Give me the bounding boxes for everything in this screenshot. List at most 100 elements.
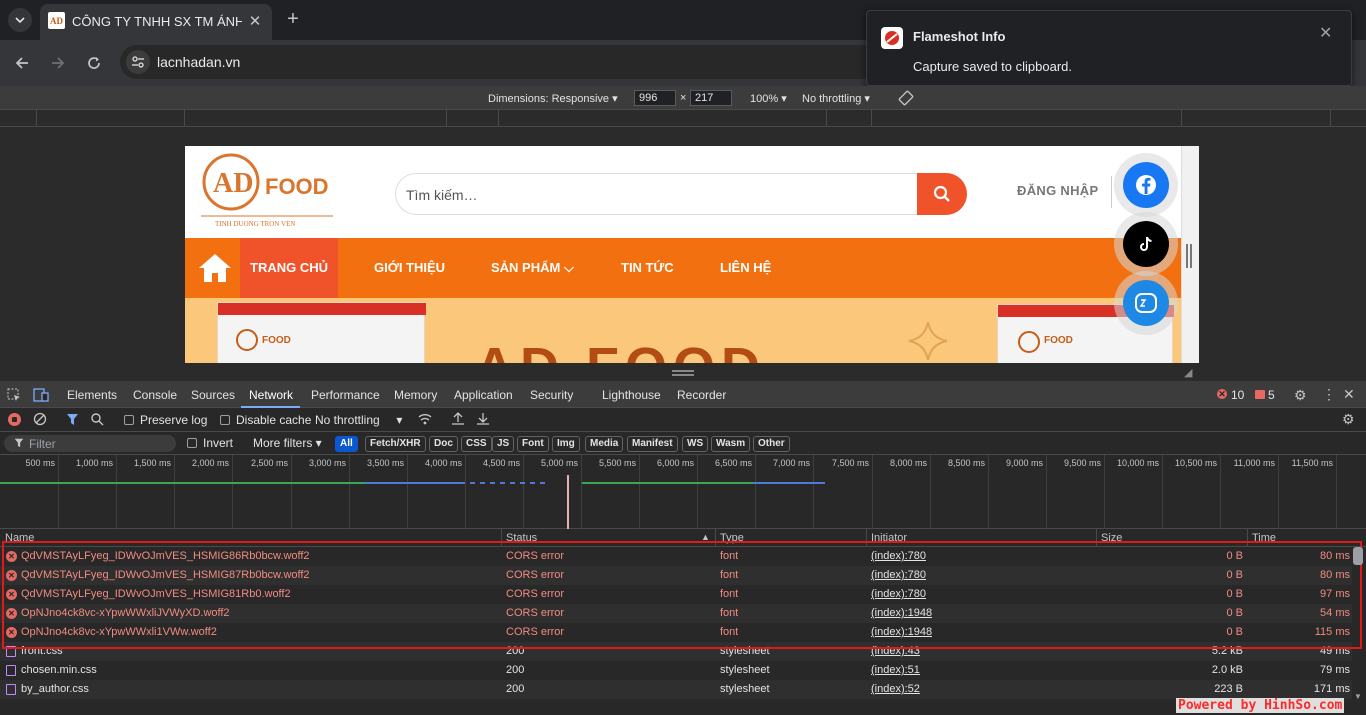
clear-icon[interactable] — [33, 412, 47, 426]
record-icon[interactable] — [8, 413, 21, 426]
forward-icon[interactable] — [45, 50, 71, 76]
filter-input[interactable]: Filter — [4, 435, 176, 452]
tab-application[interactable]: Application — [454, 388, 513, 402]
tab-network[interactable]: Network — [249, 388, 293, 402]
error-count[interactable]: 10 — [1231, 388, 1244, 402]
invert-checkbox[interactable] — [187, 438, 197, 448]
timeline-label: 10,000 ms — [1116, 458, 1159, 468]
close-devtools-icon[interactable]: ✕ — [1343, 386, 1355, 403]
tab-search-button[interactable] — [8, 8, 32, 32]
more-filters-dropdown[interactable]: More filters ▾ — [253, 436, 322, 450]
address-bar[interactable]: lacnhadan.vn — [120, 45, 880, 79]
network-conditions-icon[interactable] — [417, 412, 433, 426]
nav-item-home[interactable]: TRANG CHỦ — [250, 260, 328, 275]
table-scrollbar-thumb[interactable] — [1353, 547, 1363, 565]
filter-chip-wasm[interactable]: Wasm — [711, 436, 751, 452]
preserve-log-checkbox[interactable] — [124, 415, 134, 425]
nav-item-products[interactable]: SẢN PHẨM ⌵ — [491, 260, 574, 276]
tab-lighthouse[interactable]: Lighthouse — [602, 388, 661, 402]
search-button[interactable] — [917, 173, 967, 215]
reload-icon[interactable] — [81, 50, 107, 76]
search-icon — [933, 185, 950, 202]
site-info-icon[interactable] — [126, 50, 150, 74]
throttling-select[interactable]: No throttling ▾ — [802, 92, 870, 105]
more-filters-label: More filters — [253, 436, 313, 450]
back-icon[interactable] — [9, 50, 35, 76]
resize-handle-bottom[interactable] — [672, 370, 694, 376]
request-status: 200 — [506, 683, 525, 695]
zoom-select[interactable]: 100% ▾ — [750, 92, 787, 105]
resize-corner-icon[interactable]: ◢ — [1184, 366, 1192, 379]
resize-handle-right[interactable] — [1186, 244, 1192, 268]
network-overview-timeline: 500 ms 1,000 ms 1,500 ms 2,000 ms 2,500 ms 3,… — [0, 455, 1366, 529]
network-settings-icon[interactable]: ⚙ — [1342, 411, 1355, 428]
timeline-bar — [0, 482, 370, 484]
invert-label: Invert — [203, 436, 234, 450]
request-initiator-link[interactable]: (index):51 — [871, 664, 920, 676]
close-icon[interactable]: ✕ — [1319, 23, 1332, 43]
settings-gear-icon[interactable]: ⚙ — [1294, 387, 1307, 404]
request-initiator-link[interactable]: (index):52 — [871, 683, 920, 695]
facebook-button[interactable] — [1114, 153, 1178, 217]
width-input[interactable]: 996 — [634, 90, 676, 106]
tab-elements[interactable]: Elements — [67, 388, 117, 402]
close-tab-icon[interactable]: ✕ — [246, 12, 264, 30]
height-input[interactable]: 217 — [690, 90, 732, 106]
site-search-input[interactable]: Tìm kiếm… — [395, 173, 919, 215]
tab-security[interactable]: Security — [530, 388, 573, 402]
tab-recorder[interactable]: Recorder — [677, 388, 726, 402]
product-brand: FOOD — [262, 335, 291, 346]
filter-icon[interactable] — [66, 413, 79, 426]
filter-chip-media[interactable]: Media — [585, 436, 624, 452]
tab-performance[interactable]: Performance — [311, 388, 380, 402]
header-divider — [1111, 176, 1112, 208]
network-throttling-value: No throttling — [315, 413, 380, 427]
home-icon[interactable] — [195, 252, 235, 284]
filter-chip-doc[interactable]: Doc — [429, 436, 458, 452]
filter-chip-css[interactable]: CSS — [461, 436, 492, 452]
export-har-icon[interactable] — [476, 411, 490, 426]
filter-chip-all[interactable]: All — [335, 436, 358, 452]
filter-chip-img[interactable]: Img — [552, 436, 580, 452]
nav-item-about[interactable]: GIỚI THIỆU — [374, 260, 445, 275]
product-brand: FOOD — [1044, 335, 1073, 346]
table-row[interactable]: by_author.css 200 stylesheet (index):52 223 … — [0, 680, 1352, 699]
nav-item-contact[interactable]: LIÊN HỆ — [720, 260, 771, 275]
timeline-label: 500 ms — [25, 458, 55, 468]
device-toolbar-icon[interactable] — [33, 388, 49, 402]
timeline-label: 9,500 ms — [1063, 458, 1101, 468]
timeline-label: 8,500 ms — [947, 458, 985, 468]
dimensions-select[interactable]: Dimensions: Responsive ▾ — [488, 92, 618, 105]
nav-item-news[interactable]: TIN TỨC — [621, 260, 674, 275]
tab-sources[interactable]: Sources — [191, 388, 235, 402]
issue-count[interactable]: 5 — [1268, 388, 1275, 402]
filter-chip-font[interactable]: Font — [517, 436, 549, 452]
filter-chip-fetch-xhr[interactable]: Fetch/XHR — [365, 436, 426, 452]
tiktok-button[interactable] — [1114, 212, 1178, 276]
site-nav: TRANG CHỦ GIỚI THIỆU SẢN PHẨM ⌵ TIN TỨC … — [185, 238, 1181, 298]
zalo-button[interactable] — [1114, 271, 1178, 335]
disable-cache-checkbox[interactable] — [220, 415, 230, 425]
network-throttling-select[interactable]: No throttling ▾ — [315, 413, 402, 427]
site-logo[interactable]: AD FOOD TINH DUONG TRON VEN — [199, 152, 339, 234]
filter-chip-ws[interactable]: WS — [682, 436, 709, 452]
browser-tab[interactable]: AD CÔNG TY TNHH SX TM ÁNH ✕ — [40, 4, 272, 40]
request-time: 171 ms — [1313, 683, 1350, 695]
filter-chip-manifest[interactable]: Manifest — [627, 436, 678, 452]
new-tab-button[interactable]: + — [282, 8, 304, 30]
timeline-bar — [365, 482, 465, 484]
logo-text: FOOD — [265, 174, 329, 199]
login-link[interactable]: ĐĂNG NHẬP — [1017, 183, 1098, 198]
filter-chip-js[interactable]: JS — [492, 436, 515, 452]
filter-chip-other[interactable]: Other — [753, 436, 790, 452]
tab-console[interactable]: Console — [133, 388, 177, 402]
tab-title: CÔNG TY TNHH SX TM ÁNH — [72, 14, 242, 29]
search-icon[interactable] — [90, 412, 104, 426]
inspect-element-icon[interactable] — [7, 388, 21, 402]
rotate-icon[interactable] — [898, 90, 914, 106]
import-har-icon[interactable] — [451, 411, 465, 426]
more-options-icon[interactable]: ⋮ — [1322, 386, 1336, 403]
scroll-down-icon[interactable]: ▼ — [1354, 692, 1362, 701]
table-row[interactable]: chosen.min.css 200 stylesheet (index):51 2.0… — [0, 661, 1352, 680]
tab-memory[interactable]: Memory — [394, 388, 437, 402]
